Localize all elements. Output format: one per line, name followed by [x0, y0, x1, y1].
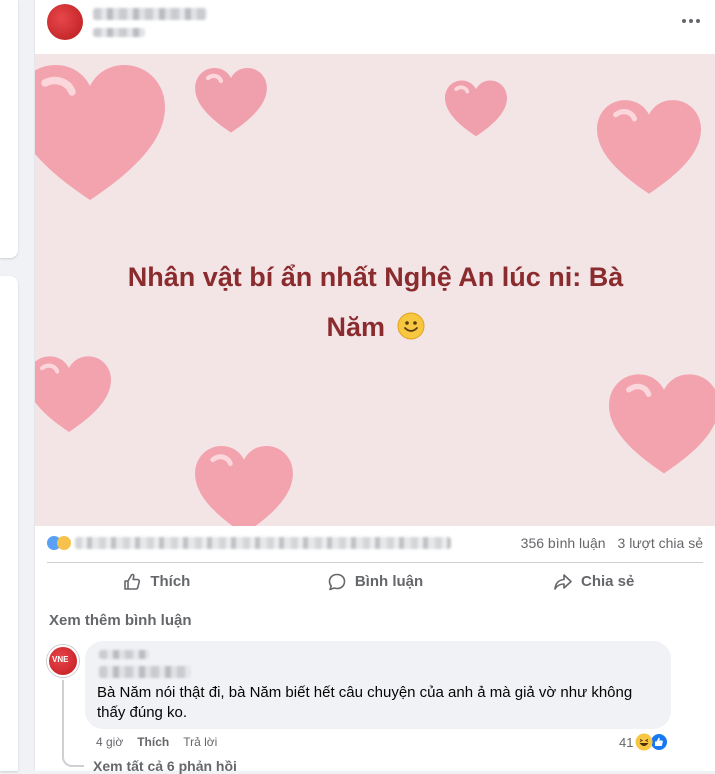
comment-label: Bình luận — [354, 573, 424, 590]
share-arrow-icon — [554, 573, 572, 590]
avatar-logo-text: VNE — [52, 655, 69, 664]
comment-reaction-count: 41 — [619, 734, 634, 750]
more-comments-link[interactable]: Xem thêm bình luận — [49, 612, 192, 629]
heart-decoration — [195, 446, 293, 526]
heart-decoration — [445, 80, 507, 137]
comment-time[interactable]: 4 giờ — [96, 735, 123, 749]
post-text-line-2: Năm — [65, 302, 686, 352]
heart-decoration — [35, 356, 111, 432]
speech-bubble-icon — [328, 573, 346, 590]
more-dots-icon[interactable] — [679, 12, 703, 30]
heart-decoration — [609, 374, 715, 474]
share-count[interactable]: 3 lượt chia sẻ — [618, 535, 703, 551]
like-label: Thích — [150, 573, 191, 590]
heart-decoration — [35, 65, 165, 200]
left-panel-bottom — [0, 276, 18, 771]
reactors-blurred[interactable] — [75, 537, 451, 549]
comment-reactions[interactable]: 41 — [619, 733, 669, 751]
post-stats: 356 bình luận 3 lượt chia sẻ — [47, 530, 703, 556]
thumbs-up-icon — [124, 573, 141, 590]
commenter-name-blurred[interactable] — [99, 666, 191, 678]
reaction-icons[interactable] — [47, 534, 71, 552]
comment-bubble: Bà Năm nói thật đi, bà Năm biết hết câu … — [85, 641, 671, 729]
post-actions: Thích Bình luận Chia sẻ — [47, 562, 703, 600]
view-replies-link[interactable]: Xem tất cả 6 phản hồi — [93, 758, 237, 774]
share-button[interactable]: Chia sẻ — [484, 563, 703, 600]
post-text: Nhân vật bí ẩn nhất Nghệ An lúc ni: Bà N… — [65, 252, 686, 352]
comment-reply-button[interactable]: Trả lời — [183, 735, 217, 749]
haha-reaction-icon — [635, 733, 653, 751]
comment-like-button[interactable]: Thích — [137, 735, 169, 749]
comment-button[interactable]: Bình luận — [266, 563, 485, 600]
like-button[interactable]: Thích — [47, 563, 266, 600]
share-label: Chia sẻ — [581, 573, 635, 590]
like-reaction-icon — [650, 733, 669, 751]
author-name-blurred[interactable] — [93, 8, 207, 20]
comment-meta: 4 giờ Thích Trả lời — [96, 735, 217, 749]
post-text-word: Năm — [326, 312, 385, 342]
post-time-blurred[interactable] — [93, 28, 145, 37]
post-card: Nhân vật bí ẩn nhất Nghệ An lúc ni: Bà N… — [34, 0, 715, 774]
page-avatar[interactable] — [47, 4, 83, 40]
left-panel-top — [0, 0, 18, 258]
heart-decoration — [597, 100, 701, 194]
post-text-line-1: Nhân vật bí ẩn nhất Nghệ An lúc ni: Bà — [127, 262, 624, 292]
heart-decoration — [195, 68, 267, 133]
comment-text: Bà Năm nói thật đi, bà Năm biết hết câu … — [97, 684, 633, 721]
commenter-badge-blurred — [99, 650, 149, 659]
thread-connector — [62, 745, 84, 767]
comment-count[interactable]: 356 bình luận — [521, 535, 606, 551]
smile-emoji-icon — [397, 312, 425, 340]
commenter-avatar[interactable]: VNE — [47, 645, 79, 677]
post-header — [35, 0, 715, 54]
post-image[interactable]: Nhân vật bí ẩn nhất Nghệ An lúc ni: Bà N… — [35, 54, 715, 526]
